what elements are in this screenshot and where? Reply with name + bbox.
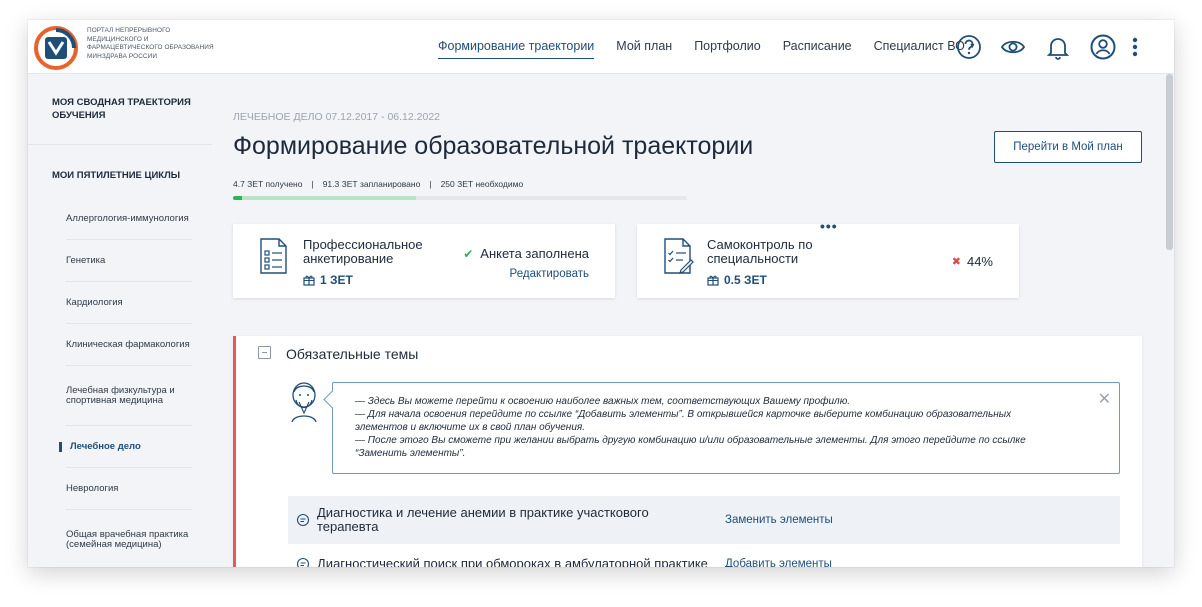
portal-logo[interactable] — [34, 26, 78, 70]
survey-zet-value: 1 ЗЕТ — [320, 273, 353, 287]
hint-line: — После этого Вы сможете при желании выб… — [355, 435, 1026, 446]
self-check-document-icon — [664, 238, 694, 274]
card-menu-icon[interactable]: ••• — [820, 218, 838, 234]
gift-icon — [707, 275, 719, 286]
page-title: Формирование образовательной траектории — [233, 132, 754, 160]
topic-row: Диагностический поиск при обмороках в ам… — [288, 552, 1120, 567]
scrollbar-thumb[interactable] — [1166, 74, 1173, 250]
help-icon[interactable] — [956, 34, 982, 60]
sidebar-item-label: Общая врачебная практика (семейная медиц… — [66, 529, 189, 550]
sidebar-item-label: Лечебная физкультура и спортивная медици… — [66, 384, 175, 406]
edit-survey-link[interactable]: Редактировать — [510, 268, 589, 280]
sidebar-summary-link[interactable]: Моя сводная траектория обучения — [52, 96, 202, 122]
sidebar-item-family-medicine[interactable]: Общая врачебная практика (семейная медиц… — [66, 510, 192, 567]
main-content: Лечебное дело 07.12.2017 - 06.12.2022 Фо… — [212, 74, 1164, 567]
hint-line: — Здесь Вы можете перейти к освоению наи… — [355, 396, 850, 407]
go-to-my-plan-button[interactable]: Перейти в Мой план — [994, 131, 1142, 163]
cycle-subtitle: Лечебное дело 07.12.2017 - 06.12.2022 — [233, 111, 440, 123]
sidebar-item-physical-therapy[interactable]: Лечебная физкультура и спортивная медици… — [66, 366, 192, 426]
cycle-dates: 07.12.2017 - 06.12.2022 — [325, 111, 440, 123]
survey-status-text: Анкета заполнена — [480, 246, 589, 261]
sidebar-item-label: Неврология — [66, 482, 119, 494]
survey-status: ✔ Анкета заполнена — [463, 246, 589, 261]
sidebar-item-allergology[interactable]: Аллергология-иммунология — [66, 198, 192, 240]
zet-required: 250 ЗЕТ необходимо — [440, 179, 524, 189]
topic-row: Диагностика и лечение анемии в практике … — [288, 496, 1120, 544]
progress-planned-fill — [242, 196, 416, 200]
progress-received-fill — [233, 196, 242, 200]
sidebar-divider — [28, 144, 212, 145]
nav-schedule[interactable]: Расписание — [783, 39, 852, 59]
collapse-toggle[interactable] — [258, 346, 271, 359]
hint-line: элементов и включите их в свой план обуч… — [355, 422, 585, 433]
sidebar-item-label: Аллергология-иммунология — [66, 212, 189, 224]
main-nav: Формирование траектории Мой план Портфол… — [438, 39, 998, 59]
eye-icon[interactable] — [1000, 34, 1026, 60]
hint-box: ✕ — Здесь Вы можете перейти к освоению н… — [332, 382, 1120, 474]
nav-specialist-label: Специалист ВО — [873, 39, 965, 53]
self-check-status: ✖ 44% — [952, 254, 993, 269]
add-elements-link[interactable]: Добавить элементы — [725, 558, 832, 567]
self-check-title: Самоконтроль по специальности — [707, 237, 813, 266]
zet-stats: 4.7 ЗЕТ получено | 91.3 ЗЕТ запланировано |… — [233, 179, 523, 189]
top-header: Портал непрерывного медицинского и фарма… — [28, 20, 1174, 74]
topic-name: Диагностический поиск при обмороках в ам… — [317, 556, 708, 568]
sidebar: Моя сводная траектория обучения Мои пяти… — [28, 74, 212, 567]
checkmark-icon: ✔ — [463, 246, 474, 261]
topic-icon — [296, 513, 310, 527]
sidebar-item-neurology[interactable]: Неврология — [66, 468, 192, 510]
gift-icon — [303, 275, 315, 286]
sidebar-item-genetics[interactable]: Генетика — [66, 240, 192, 282]
sidebar-item-cardiology[interactable]: Кардиология — [66, 282, 192, 324]
survey-zet: 1 ЗЕТ — [303, 273, 353, 287]
nav-trajectory[interactable]: Формирование траектории — [438, 39, 595, 59]
cross-icon: ✖ — [951, 256, 961, 268]
cycle-name: Лечебное дело — [233, 111, 323, 123]
sidebar-cycles-heading: Мои пятилетние циклы — [52, 170, 181, 181]
topic-icon — [296, 557, 310, 567]
hint-line: — Для начала освоения перейдите по ссылк… — [355, 409, 1012, 420]
zet-progress-bar — [233, 196, 687, 200]
survey-document-icon — [260, 238, 287, 274]
sidebar-item-label: Клиническая фармакология — [66, 338, 190, 350]
mandatory-topics-panel: Обязательные темы ✕ — Здесь Вы можете пе… — [233, 336, 1142, 567]
assistant-avatar-icon — [291, 382, 317, 423]
survey-card: Профессиональное анкетирование 1 ЗЕТ ✔ Ан… — [233, 224, 615, 298]
stats-divider: | — [429, 179, 432, 189]
nav-portfolio[interactable]: Портфолио — [694, 39, 761, 59]
sidebar-cycle-list: Аллергология-иммунология Генетика Кардио… — [28, 198, 212, 567]
topic-name: Диагностика и лечение анемии в практике … — [317, 505, 649, 534]
replace-elements-link[interactable]: Заменить элементы — [725, 514, 833, 526]
self-check-percent: 44% — [966, 254, 993, 269]
self-check-card: ••• Самоконтроль по специальности 0.5 ЗЕ… — [637, 218, 1019, 298]
bell-icon[interactable] — [1045, 34, 1071, 60]
mandatory-topics-title: Обязательные темы — [286, 346, 419, 362]
user-icon[interactable] — [1090, 34, 1116, 60]
stats-divider: | — [311, 179, 314, 189]
self-check-zet-value: 0.5 ЗЕТ — [724, 273, 767, 287]
survey-title: Профессиональное анкетирование — [303, 237, 423, 266]
sidebar-item-clinical-pharmacology[interactable]: Клиническая фармакология — [66, 324, 192, 366]
self-check-zet: 0.5 ЗЕТ — [707, 273, 767, 287]
sidebar-item-label: Генетика — [66, 254, 106, 266]
sidebar-item-general-medicine[interactable]: Лечебное дело — [59, 426, 192, 468]
close-icon[interactable]: ✕ — [1098, 389, 1111, 409]
more-vertical-icon[interactable] — [1128, 34, 1142, 60]
zet-received: 4.7 ЗЕТ получено — [233, 179, 303, 189]
hint-line: “Заменить элементы”. — [355, 448, 466, 459]
vertical-scrollbar[interactable] — [1165, 74, 1174, 567]
sidebar-item-label: Лечебное дело — [70, 440, 141, 452]
app-window: Портал непрерывного медицинского и фарма… — [28, 20, 1174, 567]
sidebar-item-label: Кардиология — [66, 296, 123, 308]
nav-my-plan[interactable]: Мой план — [616, 39, 672, 59]
logo-text: Портал непрерывного медицинского и фарма… — [87, 27, 214, 60]
zet-planned: 91.3 ЗЕТ запланировано — [322, 179, 421, 189]
